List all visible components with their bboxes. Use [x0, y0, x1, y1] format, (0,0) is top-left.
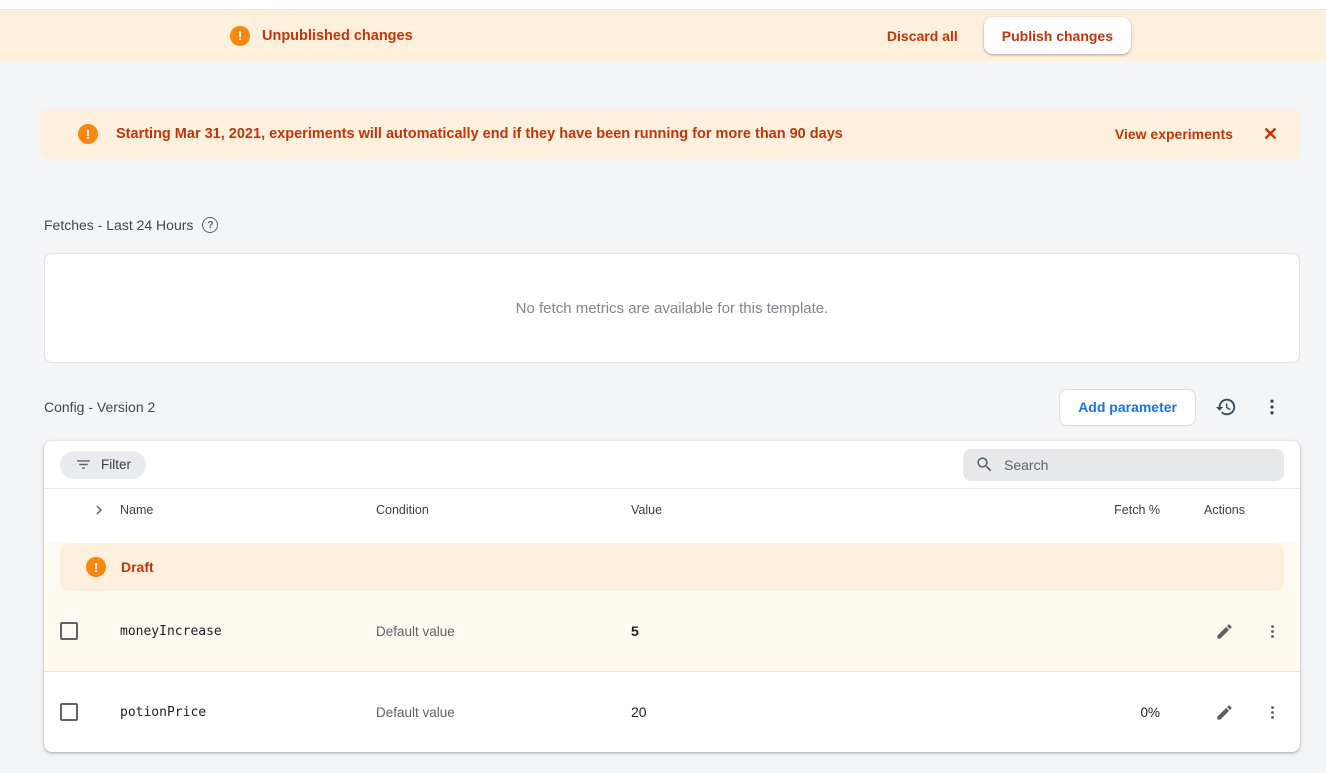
warning-icon: [78, 124, 98, 144]
config-header-row: Config - Version 2 Add parameter: [44, 385, 1288, 429]
row-kebab-menu-icon[interactable]: [1260, 700, 1284, 724]
column-header-fetch: Fetch %: [1060, 503, 1160, 517]
search-box[interactable]: [963, 449, 1284, 481]
parameter-condition: Default value: [376, 624, 631, 639]
add-parameter-button[interactable]: Add parameter: [1059, 389, 1196, 426]
column-header-actions: Actions: [1160, 503, 1300, 517]
config-kebab-menu-icon[interactable]: [1256, 391, 1288, 423]
fetch-metrics-card: No fetch metrics are available for this …: [44, 253, 1300, 363]
filter-button[interactable]: Filter: [60, 451, 146, 479]
config-version-title: Config - Version 2: [44, 399, 155, 415]
experiments-notice-banner: Starting Mar 31, 2021, experiments will …: [40, 109, 1300, 159]
draft-banner: Draft: [60, 543, 1284, 591]
fetch-metrics-empty-message: No fetch metrics are available for this …: [516, 300, 829, 317]
column-header-name: Name: [120, 503, 376, 517]
row-checkbox[interactable]: [60, 703, 78, 721]
parameters-table-card: Filter Name Condition Value Fetch % Acti…: [44, 441, 1300, 752]
table-toolbar: Filter: [44, 441, 1300, 489]
filter-icon: [75, 456, 92, 473]
discard-all-button[interactable]: Discard all: [887, 28, 958, 44]
parameter-value: 20: [631, 704, 1060, 720]
version-history-icon[interactable]: [1210, 391, 1242, 423]
fetches-title-text: Fetches - Last 24 Hours: [44, 217, 193, 233]
parameter-condition: Default value: [376, 705, 631, 720]
column-header-condition: Condition: [376, 503, 631, 517]
experiments-notice-message: Starting Mar 31, 2021, experiments will …: [116, 126, 843, 142]
help-icon[interactable]: [202, 217, 218, 233]
publish-changes-button[interactable]: Publish changes: [984, 17, 1131, 54]
table-row[interactable]: potionPrice Default value 20 0%: [44, 672, 1300, 752]
parameter-value: 5: [631, 623, 1060, 639]
filter-label: Filter: [101, 457, 131, 472]
search-icon: [975, 455, 994, 474]
parameter-name: moneyIncrease: [120, 624, 376, 639]
warning-icon: [86, 557, 106, 577]
row-kebab-menu-icon[interactable]: [1260, 619, 1284, 643]
view-experiments-link[interactable]: View experiments: [1115, 126, 1233, 142]
close-icon[interactable]: [1263, 125, 1278, 143]
unpublished-changes-label: Unpublished changes: [262, 28, 413, 44]
table-row[interactable]: moneyIncrease Default value 5: [44, 591, 1300, 671]
top-strip: [0, 0, 1326, 10]
unpublished-changes-bar: Unpublished changes Discard all Publish …: [0, 10, 1326, 61]
edit-icon[interactable]: [1212, 619, 1236, 643]
search-input[interactable]: [1004, 457, 1272, 473]
edit-icon[interactable]: [1212, 700, 1236, 724]
parameter-name: potionPrice: [120, 705, 376, 720]
warning-icon: [230, 26, 250, 46]
draft-label: Draft: [121, 559, 154, 575]
expand-all-chevron-icon[interactable]: [90, 501, 108, 519]
table-header-row: Name Condition Value Fetch % Actions: [44, 489, 1300, 531]
column-header-value: Value: [631, 503, 1060, 517]
row-checkbox[interactable]: [60, 622, 78, 640]
draft-section: Draft moneyIncrease Default value 5: [44, 543, 1300, 672]
fetches-section-title: Fetches - Last 24 Hours: [44, 217, 1326, 233]
parameter-fetch-pct: 0%: [1060, 705, 1160, 720]
